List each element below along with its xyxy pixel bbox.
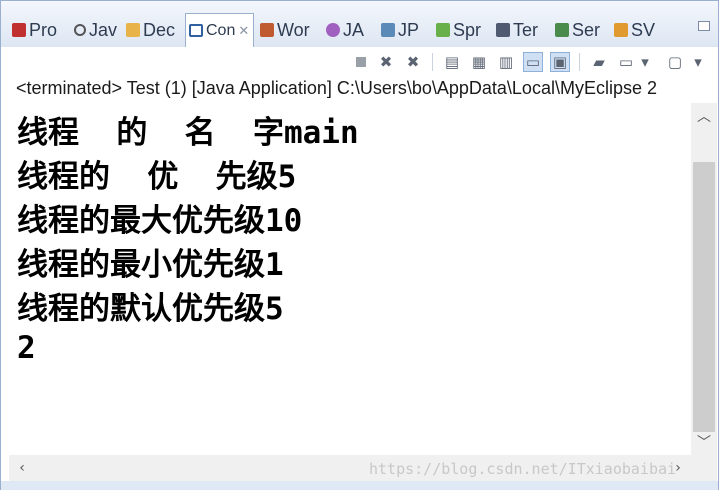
console-line: 线程的 优 先级5: [17, 159, 297, 195]
scroll-down-icon[interactable]: ﹀: [691, 431, 717, 453]
spring-icon: [436, 23, 450, 37]
tab-label: JP: [398, 19, 420, 40]
scroll-lock-icon[interactable]: ▦: [469, 52, 489, 72]
console-line: 2: [17, 330, 36, 366]
word-wrap-icon[interactable]: ▥: [496, 52, 516, 72]
javadoc-icon: [74, 24, 86, 36]
open-console-icon[interactable]: ▢: [665, 52, 685, 72]
console-toolbar: ✖ ✖ ▤ ▦ ▥ ▭ ▣ ▰ ▭ ▾ ▢ ▾: [1, 47, 718, 77]
console-view: Pro Jav Dec Con ✕ Wor JA JP Spr Ter Ser …: [0, 0, 719, 490]
toolbar-separator: [579, 53, 580, 71]
tab-jpa[interactable]: JP: [381, 15, 419, 45]
console-line: 线程的默认优先级5: [17, 291, 284, 327]
clear-console-icon[interactable]: ▤: [442, 52, 462, 72]
launch-status-label: <terminated> Test (1) [Java Application]…: [16, 78, 657, 98]
tab-jax[interactable]: JA: [326, 15, 364, 45]
tab-label: JA: [343, 19, 365, 40]
console-output[interactable]: 线程 的 名 字main 线程的 优 先级5 线程的最大优先级10 线程的最小优…: [9, 103, 691, 455]
tab-label: Ser: [572, 19, 601, 40]
scrollbar-thumb[interactable]: [693, 162, 715, 432]
terminal-icon: [496, 23, 510, 37]
minimize-icon[interactable]: [698, 21, 710, 31]
show-on-stderr-icon[interactable]: ▣: [550, 52, 570, 72]
tab-label: Spr: [453, 19, 482, 40]
tab-label: Pro: [29, 19, 58, 40]
tab-declaration[interactable]: Dec: [126, 15, 175, 45]
console-icon: [189, 24, 203, 37]
scrollbar-corner: [691, 455, 717, 481]
tab-label: Con: [206, 21, 236, 39]
remove-all-icon[interactable]: ✖: [403, 52, 423, 72]
remove-launch-icon[interactable]: ✖: [376, 52, 396, 72]
scroll-left-icon[interactable]: ‹: [11, 455, 33, 481]
tab-svn[interactable]: SV: [614, 15, 655, 45]
tab-label: Wor: [277, 19, 310, 40]
declaration-icon: [126, 23, 140, 37]
servers-icon: [555, 23, 569, 37]
tab-javadoc[interactable]: Jav: [74, 15, 117, 45]
display-console-icon[interactable]: ▭: [616, 52, 636, 72]
dropdown-arrow-icon[interactable]: ▾: [639, 52, 651, 72]
console-line: 线程的最小优先级1: [17, 247, 284, 283]
jpa-icon: [381, 23, 395, 37]
terminate-icon[interactable]: [351, 52, 371, 72]
tab-workspace[interactable]: Wor: [260, 15, 310, 45]
view-bottom-border: [1, 481, 718, 490]
toolbar-separator: [432, 53, 433, 71]
tab-problems[interactable]: Pro: [12, 15, 57, 45]
tab-spring[interactable]: Spr: [436, 15, 481, 45]
show-on-stdout-icon[interactable]: ▭: [523, 52, 543, 72]
console-line: 线程的最大优先级10: [17, 203, 303, 239]
tab-servers[interactable]: Ser: [555, 15, 600, 45]
console-line: 线程 的 名 字main: [17, 115, 359, 151]
tab-console[interactable]: Con ✕: [185, 13, 255, 47]
pin-console-icon[interactable]: ▰: [589, 52, 609, 72]
svn-icon: [614, 23, 628, 37]
tab-label: Jav: [89, 19, 118, 40]
jax-icon: [326, 23, 340, 37]
problems-icon: [12, 23, 26, 37]
tab-label: SV: [631, 19, 656, 40]
vertical-scrollbar[interactable]: ︿ ﹀: [691, 103, 717, 455]
close-icon[interactable]: ✕: [238, 23, 249, 39]
watermark: https://blog.csdn.net/ITxiaobaibai: [369, 460, 677, 478]
tab-terminal[interactable]: Ter: [496, 15, 538, 45]
tab-label: Dec: [143, 19, 176, 40]
scroll-up-icon[interactable]: ︿: [691, 105, 717, 127]
view-tab-bar: Pro Jav Dec Con ✕ Wor JA JP Spr Ter Ser …: [1, 1, 718, 48]
workspace-icon: [260, 23, 274, 37]
tab-label: Ter: [513, 19, 539, 40]
dropdown-arrow-icon[interactable]: ▾: [691, 52, 705, 72]
